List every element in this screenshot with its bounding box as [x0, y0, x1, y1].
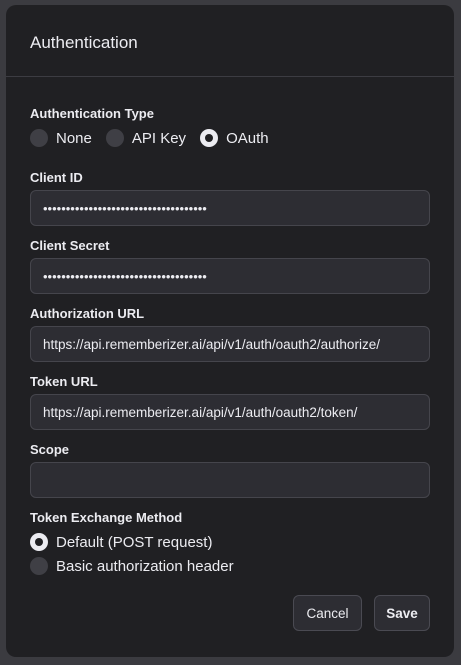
- cancel-button[interactable]: Cancel: [293, 595, 362, 631]
- radio-oauth-label: OAuth: [226, 129, 269, 147]
- radio-none[interactable]: [30, 129, 48, 147]
- dialog-title: Authentication: [30, 33, 138, 52]
- auth-type-label: Authentication Type: [30, 106, 154, 121]
- client-secret-label: Client Secret: [30, 238, 110, 253]
- token-exchange-default-option[interactable]: Default (POST request): [30, 533, 234, 551]
- radio-api-key[interactable]: [105, 129, 124, 147]
- token-url-label: Token URL: [30, 374, 98, 389]
- scope-label: Scope: [30, 442, 70, 457]
- authentication-dialog: Authentication Authentication Type None …: [6, 5, 454, 657]
- auth-type-api-key-option[interactable]: API Key: [105, 129, 187, 147]
- radio-default-post-label: Default (POST request): [56, 533, 213, 551]
- dialog-header: Authentication: [6, 5, 454, 77]
- radio-basic-auth[interactable]: [30, 557, 48, 575]
- authorization-url-label: Authorization URL: [30, 306, 145, 321]
- auth-type-none-option[interactable]: None: [30, 129, 92, 147]
- auth-type-radio-group: None API Key OAuth: [30, 129, 283, 147]
- radio-none-label: None: [56, 129, 92, 147]
- token-url-input[interactable]: [30, 394, 430, 430]
- auth-type-oauth-option[interactable]: OAuth: [200, 129, 269, 147]
- token-exchange-radio-group: Default (POST request) Basic authorizati…: [30, 533, 234, 581]
- radio-oauth[interactable]: [200, 129, 219, 147]
- client-secret-input[interactable]: [30, 258, 430, 294]
- radio-api-key-label: API Key: [131, 129, 187, 147]
- radio-default-post[interactable]: [30, 533, 48, 551]
- authorization-url-input[interactable]: [30, 326, 430, 362]
- radio-basic-auth-label: Basic authorization header: [56, 557, 234, 575]
- scope-input[interactable]: [30, 462, 430, 498]
- client-id-label: Client ID: [30, 170, 83, 185]
- token-exchange-basic-option[interactable]: Basic authorization header: [30, 557, 234, 575]
- client-id-input[interactable]: [30, 190, 430, 226]
- token-exchange-label: Token Exchange Method: [30, 510, 183, 525]
- save-button[interactable]: Save: [374, 595, 430, 631]
